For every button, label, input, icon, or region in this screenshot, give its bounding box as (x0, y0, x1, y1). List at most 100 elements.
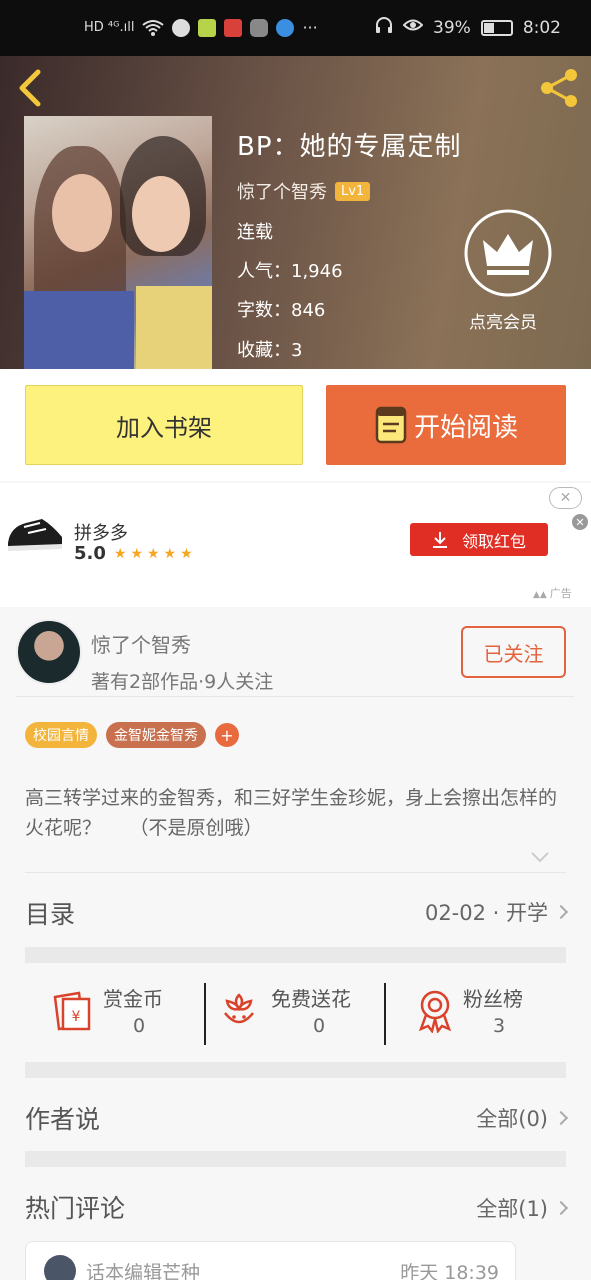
action-buttons: 加入书架 开始阅读 (0, 369, 591, 481)
book-cover-image[interactable] (24, 116, 212, 369)
fan-rank-value: 3 (493, 1015, 506, 1037)
battery-percent: 39% (433, 17, 471, 38)
share-button[interactable] (537, 66, 581, 110)
expand-description-button[interactable] (530, 849, 550, 863)
add-tag-button[interactable]: + (215, 723, 239, 747)
chevron-right-icon (553, 1200, 569, 1216)
comment-time: 昨天 18:39 (400, 1262, 499, 1280)
book-header: BP：她的专属定制 惊了个智秀 Lv1 连载 人气：1,946 字数：846 收… (0, 56, 591, 369)
free-flower-value: 0 (313, 1015, 326, 1037)
ad-close-button[interactable]: ✕ (549, 487, 582, 509)
ad-rating-value: 5.0 (74, 543, 106, 564)
author-card-name[interactable]: 惊了个智秀 (91, 629, 191, 658)
tag-list: 校园言情 金智妮金智秀 + (25, 722, 239, 748)
section-separator (25, 1151, 566, 1167)
fan-rank-stat[interactable]: 粉丝榜 3 (387, 979, 566, 1045)
ad-product-image[interactable] (6, 513, 64, 553)
app-notification-icon (198, 18, 217, 37)
free-flower-stat[interactable]: 免费送花 0 (207, 979, 385, 1045)
author-card[interactable]: 惊了个智秀 著有2部作品·9人关注 已关注 (16, 617, 574, 697)
follow-button[interactable]: 已关注 (461, 626, 566, 678)
chevron-right-icon (553, 904, 569, 920)
headphones-icon (375, 16, 393, 39)
status-icons-right: 39% 8:02 (375, 16, 561, 39)
author-level-badge: Lv1 (335, 181, 371, 201)
compass-app-icon (276, 18, 295, 37)
section-separator (25, 947, 566, 963)
stat-divider (384, 983, 386, 1045)
tag-pairing[interactable]: 金智妮金智秀 (106, 722, 206, 748)
hot-comments-all[interactable]: 全部(1) (476, 1193, 569, 1223)
commenter-avatar[interactable] (44, 1255, 76, 1280)
book-popularity: 人气：1,946 (237, 261, 343, 282)
chevron-down-icon (531, 852, 549, 863)
ad-claim-button[interactable]: 领取红包 (410, 523, 548, 556)
hot-comments-title: 热门评论 (25, 1194, 126, 1223)
book-app-icon (224, 18, 243, 37)
battery-icon (480, 19, 513, 36)
ad-dismiss-icon[interactable]: ✕ (572, 514, 588, 530)
author-says-title: 作者说 (25, 1105, 101, 1134)
more-notifications-icon: ··· (302, 18, 318, 37)
ad-banner[interactable]: 拼多多 5.0 ★★★★★ 领取红包 ✕ ✕ ▲▲ 广告 (0, 483, 591, 607)
status-icons-left: HD ⁴ᴳ.ıll ··· (84, 18, 318, 37)
book-icon (375, 406, 407, 444)
book-favorites: 收藏：3 (237, 340, 303, 361)
medal-icon (418, 990, 452, 1033)
stat-divider (204, 983, 206, 1045)
reward-coins-value: 0 (133, 1015, 146, 1037)
star-rating-icons: ★★★★★ (113, 545, 197, 562)
toc-latest-chapter[interactable]: 02-02 · 开学 (424, 897, 569, 927)
hot-comments-count: 全部(1) (476, 1197, 548, 1221)
ad-claim-label: 领取红包 (461, 531, 526, 551)
author-avatar[interactable] (16, 619, 82, 685)
eye-icon (402, 17, 424, 38)
ad-title: 拼多多 (74, 523, 128, 544)
book-word-count: 字数：846 (237, 300, 326, 321)
comment-card[interactable]: 话本编辑芒种 昨天 18:39 (25, 1241, 516, 1280)
status-bar: HD ⁴ᴳ.ıll ··· 39% 8:02 (0, 0, 591, 56)
ad-rating: 5.0 ★★★★★ (74, 543, 197, 564)
commenter-name[interactable]: 话本编辑芒种 (86, 1258, 200, 1280)
back-button[interactable] (14, 68, 48, 108)
book-title: BP：她的专属定制 (237, 132, 462, 162)
red-envelope-icon: ¥ (53, 991, 91, 1031)
share-icon (541, 69, 577, 107)
book-author-row[interactable]: 惊了个智秀 Lv1 (237, 178, 371, 204)
vip-membership-button[interactable] (463, 208, 553, 298)
chevron-right-icon (553, 1110, 569, 1126)
tag-campus-romance[interactable]: 校园言情 (25, 722, 97, 748)
svg-text:¥: ¥ (72, 1009, 81, 1025)
start-reading-button[interactable]: 开始阅读 (326, 385, 566, 465)
back-arrow-icon (19, 69, 41, 107)
network-indicator: HD ⁴ᴳ.ıll (84, 20, 135, 35)
crown-icon (464, 209, 552, 297)
author-says-all[interactable]: 全部(0) (476, 1103, 569, 1133)
flower-icon (224, 993, 254, 1024)
fan-rank-label: 粉丝榜 (463, 987, 523, 1011)
globe-icon (172, 18, 191, 37)
start-reading-label: 开始阅读 (413, 412, 518, 443)
vip-label: 点亮会员 (469, 313, 537, 333)
book-description: 高三转学过来的金智秀，和三好学生金珍妮，身上会擦出怎样的火花呢？ （不是原创哦） (25, 787, 558, 839)
section-separator (25, 1062, 566, 1078)
toc-title: 目录 (25, 900, 76, 929)
support-stats: ¥ 赏金币 0 免费送花 0 粉丝榜 3 (25, 979, 566, 1045)
ad-label: ▲▲ 广告 (533, 587, 572, 600)
clock: 8:02 (522, 17, 561, 38)
download-icon (432, 531, 447, 548)
wifi-icon (142, 19, 165, 37)
add-to-shelf-label: 加入书架 (116, 413, 212, 442)
add-to-shelf-button[interactable]: 加入书架 (25, 385, 303, 465)
author-says-count: 全部(0) (476, 1107, 548, 1131)
free-flower-label: 免费送花 (271, 987, 351, 1011)
book-details: 惊了个智秀 著有2部作品·9人关注 已关注 校园言情 金智妮金智秀 + 高三转学… (0, 607, 591, 1280)
reward-coins-label: 赏金币 (103, 987, 163, 1011)
author-card-info: 著有2部作品·9人关注 (91, 671, 274, 693)
reward-coins-stat[interactable]: ¥ 赏金币 0 (25, 979, 203, 1045)
divider (25, 872, 566, 873)
book-author[interactable]: 惊了个智秀 (237, 178, 327, 204)
latest-chapter-label: 02-02 · 开学 (424, 901, 548, 925)
book-status: 连载 (237, 222, 273, 243)
hexagon-app-icon (250, 18, 269, 37)
